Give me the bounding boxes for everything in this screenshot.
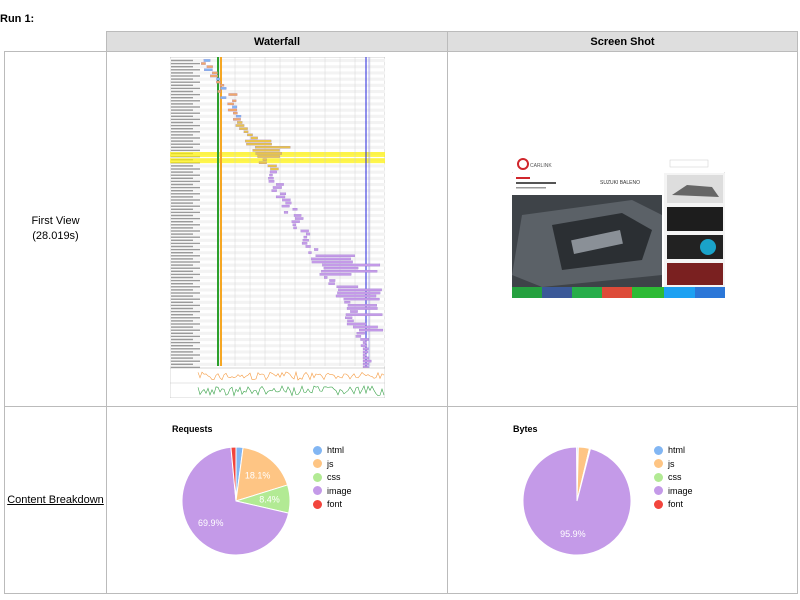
share-bar: [512, 287, 725, 298]
legend-dot-icon: [313, 459, 322, 468]
legend-label: css: [327, 472, 341, 482]
requests-legend-css: css: [313, 472, 341, 482]
legend-label: image: [327, 485, 352, 496]
legend-label: css: [668, 472, 682, 482]
results-table: Waterfall Screen Shot First View (28.019…: [4, 31, 798, 594]
requests-legend-js: js: [313, 459, 334, 469]
legend-dot-icon: [313, 472, 322, 482]
bytes-chart-cell: Bytes 95.9% html js css image font: [447, 406, 798, 594]
waterfall-header: Waterfall: [106, 31, 448, 52]
bytes-pie-chart: 95.9%: [522, 446, 632, 556]
legend-label: image: [668, 485, 693, 496]
first-view-row: First View (28.019s) CARLINK SUZUKI BALE…: [4, 51, 798, 407]
first-view-label-cell: First View (28.019s): [4, 51, 107, 407]
legend-dot-icon: [313, 499, 322, 509]
content-breakdown-row: Content Breakdown Requests 18.1% 8.4% 69.9%…: [4, 406, 798, 594]
header-row: Waterfall Screen Shot: [4, 31, 798, 52]
bytes-legend-image: image: [654, 486, 693, 496]
bytes-slice-label-image: 95.9%: [560, 529, 586, 539]
bytes-legend-css: css: [654, 472, 682, 482]
site-search-input: [669, 159, 709, 168]
run-title: Run 1:: [0, 13, 35, 25]
content-breakdown-link[interactable]: Content Breakdown: [7, 494, 104, 506]
legend-dot-icon: [313, 445, 322, 455]
legend-dot-icon: [654, 499, 663, 509]
requests-slice-label-image: 69.9%: [198, 518, 224, 528]
site-headline: SUZUKI BALENO: [600, 180, 640, 186]
requests-slice-label-css: 8.4%: [259, 495, 280, 505]
requests-chart-cell: Requests 18.1% 8.4% 69.9% html js css image font: [106, 406, 448, 594]
legend-dot-icon: [654, 486, 663, 495]
header-empty-cell: [4, 31, 107, 52]
waterfall-image[interactable]: [170, 57, 385, 398]
legend-dot-icon: [654, 472, 663, 482]
legend-label: font: [668, 499, 684, 509]
legend-dot-icon: [313, 486, 322, 495]
first-view-label: First View: [31, 215, 80, 227]
legend-label: html: [327, 445, 345, 455]
site-logo-text: CARLINK: [530, 163, 552, 169]
content-breakdown-label-cell: Content Breakdown: [4, 406, 107, 594]
requests-legend-image: image: [313, 486, 352, 496]
first-view-time: (28.019s): [32, 230, 79, 242]
screenshot-header: Screen Shot: [447, 31, 798, 52]
waterfall-cell: [106, 51, 448, 407]
requests-pie-chart: 18.1% 8.4% 69.9%: [181, 446, 291, 556]
legend-label: js: [668, 458, 675, 469]
legend-dot-icon: [654, 445, 663, 455]
screenshot-image[interactable]: CARLINK SUZUKI BALENO: [512, 155, 725, 298]
bytes-legend-font: font: [654, 499, 683, 509]
requests-legend-font: font: [313, 499, 342, 509]
bytes-legend-js: js: [654, 459, 675, 469]
legend-label: js: [327, 458, 334, 469]
bytes-legend-html: html: [654, 445, 685, 455]
screenshot-cell: CARLINK SUZUKI BALENO: [447, 51, 798, 407]
legend-label: font: [327, 499, 343, 509]
legend-dot-icon: [654, 459, 663, 468]
legend-label: html: [668, 445, 686, 455]
requests-legend-html: html: [313, 445, 344, 455]
requests-slice-label-js: 18.1%: [245, 470, 271, 480]
